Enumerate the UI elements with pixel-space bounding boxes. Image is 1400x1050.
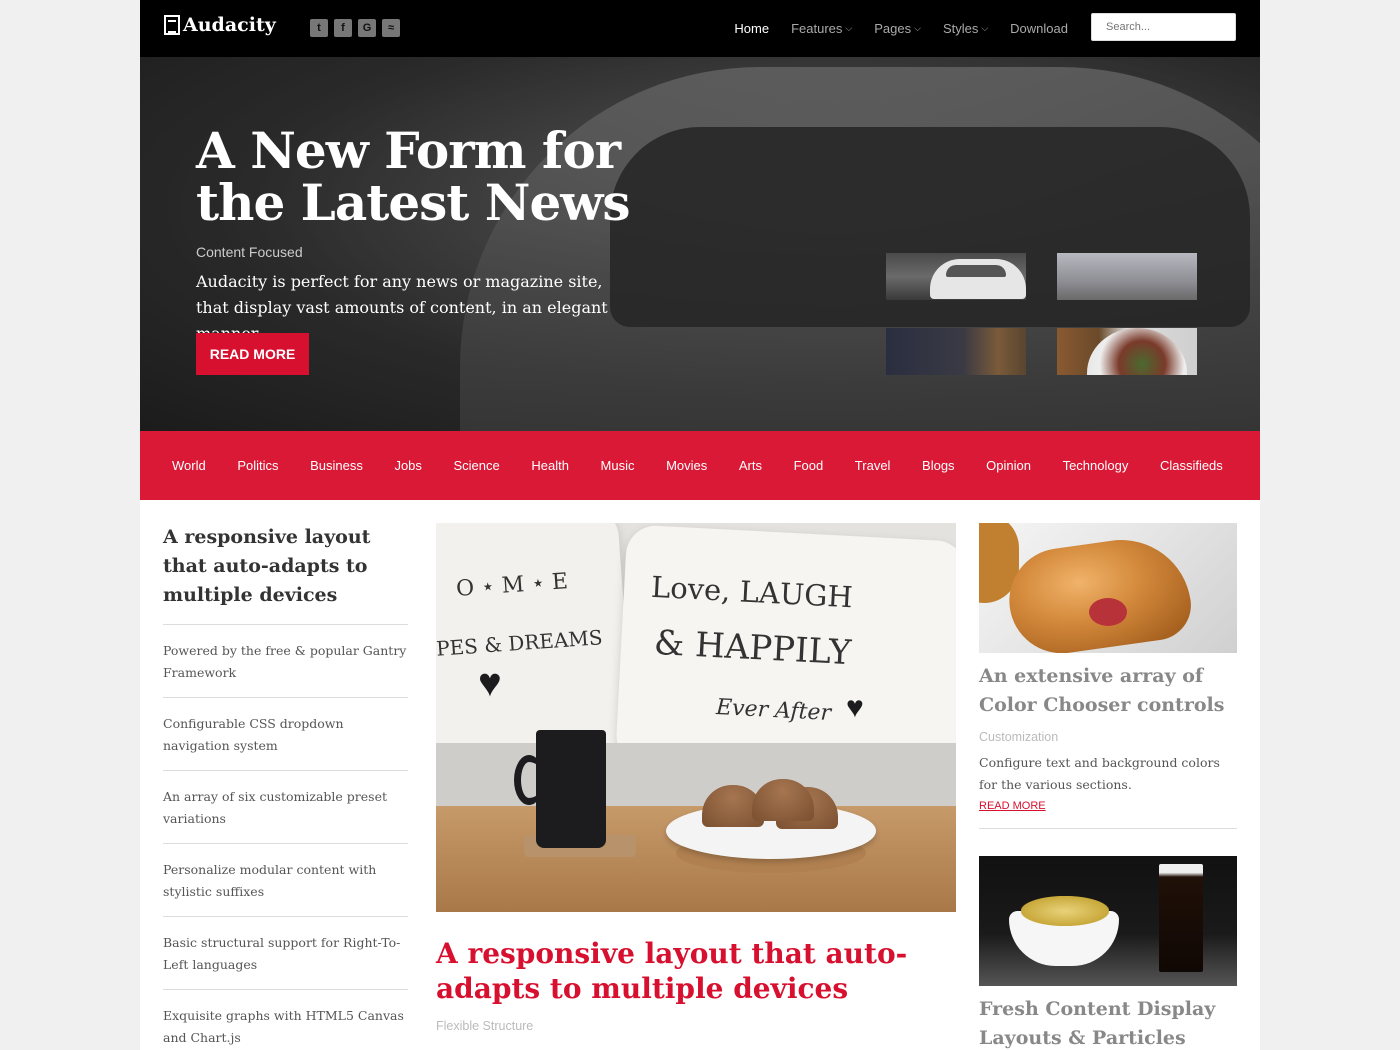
- chevron-down-icon: ⌵: [914, 23, 921, 33]
- category-science[interactable]: Science: [454, 458, 500, 473]
- list-item[interactable]: Exquisite graphs with HTML5 Canvas and C…: [163, 990, 408, 1050]
- nav-download-label: Download: [1010, 21, 1068, 36]
- hero-thumb-cat[interactable]: [886, 328, 1026, 375]
- category-food[interactable]: Food: [794, 458, 824, 473]
- category-music[interactable]: Music: [601, 458, 635, 473]
- hero-thumb-flowers[interactable]: [1057, 253, 1197, 300]
- category-arts[interactable]: Arts: [739, 458, 762, 473]
- list-item[interactable]: Powered by the free & popular Gantry Fra…: [163, 625, 408, 698]
- brand-name: Audacity: [183, 14, 276, 36]
- category-movies[interactable]: Movies: [666, 458, 707, 473]
- article-title[interactable]: An extensive array of Color Chooser cont…: [979, 662, 1237, 720]
- beer-glass: [1159, 864, 1203, 972]
- list-item[interactable]: Basic structural support for Right-To-Le…: [163, 917, 408, 990]
- nav-home-label: Home: [734, 21, 770, 36]
- category-classifieds[interactable]: Classifieds: [1160, 458, 1223, 473]
- mug: [536, 730, 606, 848]
- car-image: [930, 259, 1026, 299]
- nav-pages-label: Pages: [874, 21, 912, 36]
- article-text: Configure text and background colors for…: [979, 755, 1220, 792]
- category-blogs[interactable]: Blogs: [922, 458, 955, 473]
- nav-styles-label: Styles: [942, 21, 979, 36]
- category-technology[interactable]: Technology: [1063, 458, 1129, 473]
- category-world[interactable]: World: [172, 458, 206, 473]
- category-travel[interactable]: Travel: [855, 458, 891, 473]
- search-input[interactable]: [1091, 13, 1236, 41]
- left-column-title[interactable]: A responsive layout that auto-adapts to …: [163, 523, 408, 625]
- right-article-2: Fresh Content Display Layouts & Particle…: [979, 856, 1237, 1050]
- plate-image: [1087, 328, 1187, 375]
- hero-title: A New Form for the Latest News: [196, 121, 631, 232]
- article-category: Customization: [979, 730, 1059, 744]
- page: Audacity t f G ≈ Home Features ⌵ Pages ⌵ S…: [140, 0, 1260, 1050]
- nav-pages[interactable]: Pages ⌵: [874, 21, 921, 36]
- twitter-icon[interactable]: t: [310, 19, 328, 37]
- hero-subtitle: Content Focused: [196, 244, 303, 260]
- featured-subtitle: Flexible Structure: [436, 1019, 534, 1033]
- left-column: A responsive layout that auto-adapts to …: [163, 523, 408, 1050]
- read-more-link[interactable]: READ MORE: [979, 800, 1046, 812]
- list-item[interactable]: Configurable CSS dropdown navigation sys…: [163, 698, 408, 771]
- hero-banner: A New Form for the Latest News Content F…: [140, 57, 1260, 431]
- category-opinion[interactable]: Opinion: [986, 458, 1031, 473]
- logo[interactable]: Audacity: [164, 14, 276, 36]
- divider: [979, 828, 1237, 829]
- category-business[interactable]: Business: [310, 458, 363, 473]
- article-title[interactable]: Fresh Content Display Layouts & Particle…: [979, 995, 1237, 1050]
- heart-icon: ♥: [478, 661, 502, 705]
- croissant: [1002, 530, 1196, 653]
- google-icon[interactable]: G: [358, 19, 376, 37]
- nav-styles[interactable]: Styles ⌵: [943, 21, 988, 36]
- jam: [1089, 598, 1127, 626]
- nav-home[interactable]: Home: [734, 21, 769, 36]
- category-health[interactable]: Health: [531, 458, 569, 473]
- food-image[interactable]: [979, 856, 1237, 986]
- hero-thumb-food[interactable]: [1057, 328, 1197, 375]
- main-nav: Home Features ⌵ Pages ⌵ Styles ⌵ Download: [734, 0, 1068, 57]
- top-bar: Audacity t f G ≈ Home Features ⌵ Pages ⌵ S…: [140, 0, 1260, 57]
- right-article-1: An extensive array of Color Chooser cont…: [979, 523, 1237, 829]
- list-item[interactable]: An array of six customizable preset vari…: [163, 771, 408, 844]
- social-links: t f G ≈: [310, 19, 400, 37]
- category-bar: World Politics Business Jobs Science Hea…: [140, 431, 1260, 500]
- rss-icon[interactable]: ≈: [382, 19, 400, 37]
- nav-features[interactable]: Features ⌵: [791, 21, 852, 36]
- nav-features-label: Features: [791, 21, 843, 36]
- category-politics[interactable]: Politics: [237, 458, 278, 473]
- pasta: [1021, 896, 1109, 926]
- list-item[interactable]: Personalize modular content with stylist…: [163, 844, 408, 917]
- category-jobs[interactable]: Jobs: [394, 458, 421, 473]
- featured-title[interactable]: A responsive layout that auto-adapts to …: [436, 936, 966, 1006]
- facebook-icon[interactable]: f: [334, 19, 352, 37]
- chevron-down-icon: ⌵: [845, 23, 853, 33]
- pastry-image[interactable]: [979, 523, 1237, 653]
- chevron-down-icon: ⌵: [981, 23, 989, 33]
- hero-thumb-car[interactable]: [886, 253, 1026, 300]
- featured-image[interactable]: O ⋆ M ⋆ E PES & DREAMS ♥ Love, LAUGH & H…: [436, 523, 956, 912]
- heart-icon: ♥: [846, 691, 864, 724]
- nav-download[interactable]: Download: [1010, 21, 1068, 36]
- hero-read-more-button[interactable]: READ MORE: [196, 333, 309, 375]
- newspaper-icon: [164, 15, 180, 35]
